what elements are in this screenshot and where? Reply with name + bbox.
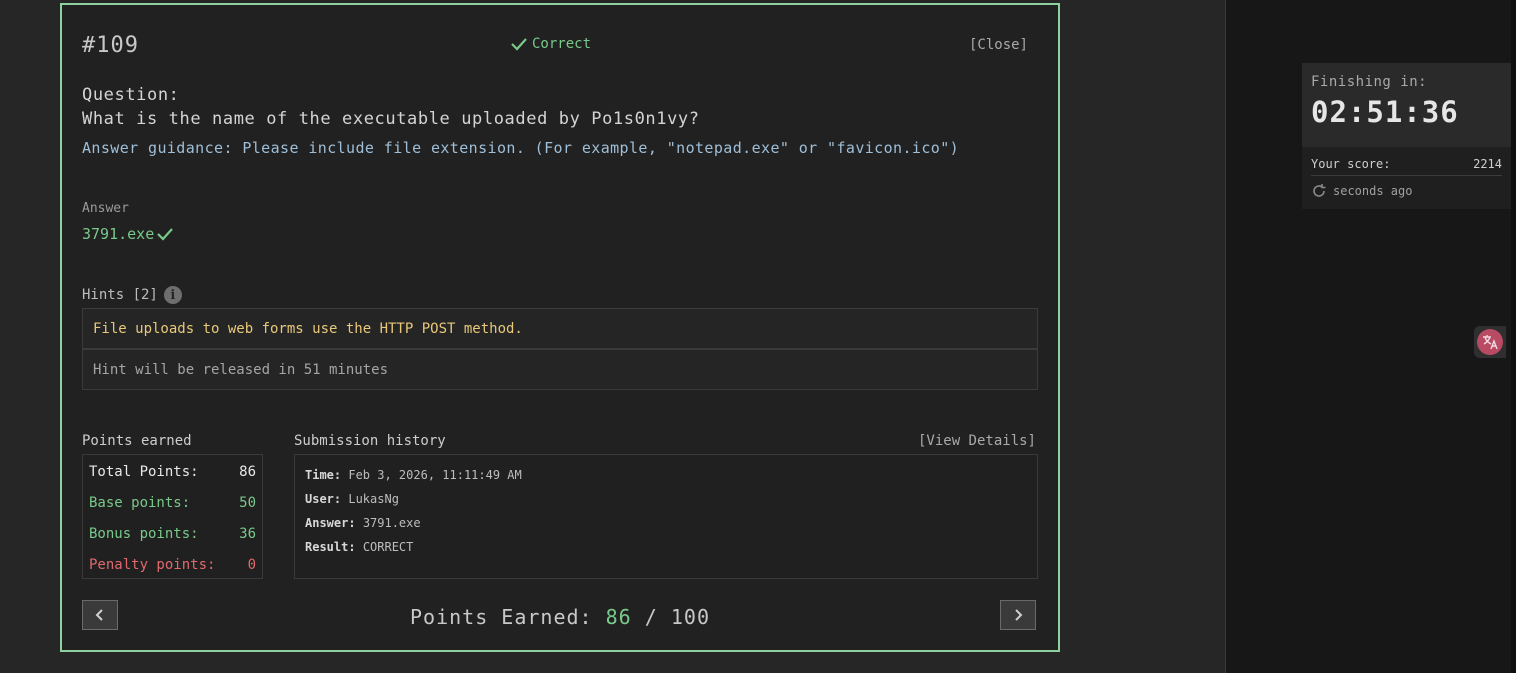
submission-history-label: Submission history [294,433,446,449]
answer-guidance: Answer guidance: Please include file ext… [82,139,960,157]
translate-icon [1477,329,1503,355]
score-row: Your score: 2214 [1311,157,1502,176]
time-label: Time: [305,468,342,482]
submission-history: Time: Feb 3, 2026, 11:11:49 AM User: Luk… [294,454,1038,579]
refresh-status[interactable]: seconds ago [1311,183,1412,199]
status-badge: Correct [510,36,591,52]
points-max-value: 100 [670,605,710,629]
scrollbar[interactable] [1511,0,1516,673]
submission-user-row: User: LukasNg [305,492,399,506]
total-points-label: Total Points: [89,464,199,480]
status-label: Correct [532,36,592,52]
penalty-points-label: Penalty points: [89,557,216,573]
bonus-points-label: Bonus points: [89,526,199,542]
user-label: User: [305,492,342,506]
penalty-points-value: 0 [247,557,256,573]
total-points-value: 86 [239,464,256,480]
penalty-points-row: Penalty points: 0 [89,557,256,573]
result-label: Result: [305,540,356,554]
question-text: What is the name of the executable uploa… [82,109,700,129]
score-label: Your score: [1311,157,1391,171]
checkmark-icon [157,228,174,241]
score-panel: Your score: 2214 seconds ago [1302,147,1511,209]
answer-row-label: Answer: [305,516,356,530]
hint-item: File uploads to web forms use the HTTP P… [82,308,1038,349]
answer-row-value: 3791.exe [362,516,421,530]
answer-value: 3791.exe [82,225,174,243]
user-value: LukasNg [348,492,399,506]
bonus-points-row: Bonus points: 36 [89,526,256,542]
points-earned-summary: Points Earned: 86 / 100 [62,605,1058,629]
close-button[interactable]: [Close] [969,37,1028,53]
points-earned-value: 86 [605,605,632,629]
hints-title: Hints [2] [82,287,158,303]
submission-answer-row: Answer: 3791.exe [305,516,421,530]
answer-label: Answer [82,201,129,216]
timer-label: Finishing in: [1311,74,1428,90]
next-button[interactable] [1000,600,1036,630]
points-breakdown: Total Points: 86 Base points: 50 Bonus p… [82,454,263,579]
time-value: Feb 3, 2026, 11:11:49 AM [348,468,522,482]
points-separator: / [644,605,658,629]
points-earned-prefix: Points Earned: [410,605,593,629]
info-icon[interactable]: i [163,286,182,304]
points-earned-label: Points earned [82,433,192,449]
question-label: Question: [82,85,180,105]
base-points-row: Base points: 50 [89,495,256,511]
question-modal: #109 Correct [Close] Question: What is t… [60,3,1060,652]
score-value: 2214 [1473,157,1502,171]
timer-value: 02:51:36 [1311,95,1459,129]
chevron-right-icon [1015,609,1023,621]
translate-button[interactable] [1474,326,1506,358]
refresh-icon[interactable] [1311,183,1327,199]
view-details-link[interactable]: [View Details] [918,433,1036,449]
countdown-timer: Finishing in: 02:51:36 [1302,63,1511,147]
hints-header: Hints [2] i [82,286,182,304]
hint-item-locked: Hint will be released in 51 minutes [82,349,1038,390]
result-value: CORRECT [362,540,414,554]
bonus-points-value: 36 [239,526,256,542]
total-points-row: Total Points: 86 [89,464,256,480]
answer-text: 3791.exe [82,225,155,243]
submission-time-row: Time: Feb 3, 2026, 11:11:49 AM [305,468,522,482]
submission-result-row: Result: CORRECT [305,540,413,554]
refresh-text: seconds ago [1333,184,1413,198]
base-points-label: Base points: [89,495,191,511]
base-points-value: 50 [239,495,256,511]
checkmark-icon [511,38,527,51]
question-number: #109 [82,33,139,58]
